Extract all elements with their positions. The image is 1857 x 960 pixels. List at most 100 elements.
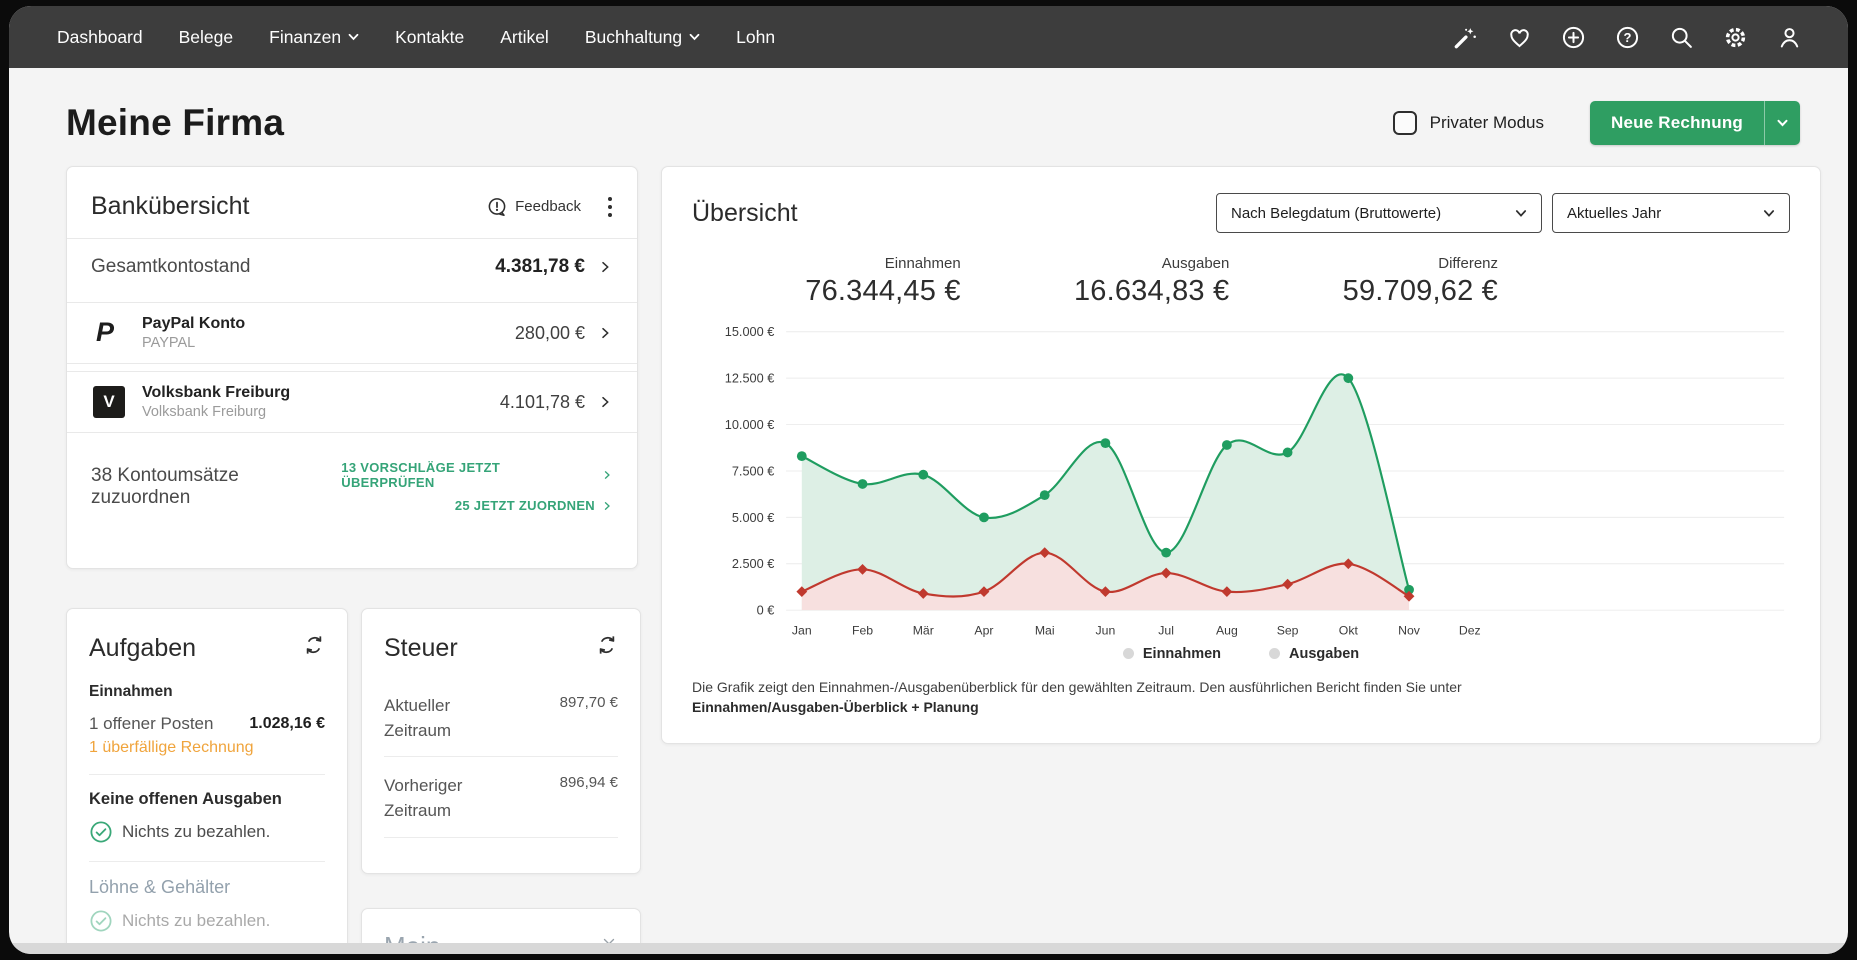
heart-icon[interactable] <box>1507 25 1532 50</box>
magic-wand-icon[interactable] <box>1453 25 1478 50</box>
chevron-down-icon <box>1763 209 1775 218</box>
stat-differenz: Differenz 59.709,62 € <box>1229 255 1498 308</box>
private-mode-label: Privater Modus <box>1430 113 1544 133</box>
bank-account-row-paypal[interactable]: PP PayPal Konto PAYPAL 280,00 € <box>67 302 637 364</box>
bank-account-row-volksbank[interactable]: V Volksbank Freiburg Volksbank Freiburg … <box>67 371 637 433</box>
new-invoice-button[interactable]: Neue Rechnung <box>1590 101 1800 145</box>
svg-text:Apr: Apr <box>974 624 993 638</box>
new-invoice-button-label[interactable]: Neue Rechnung <box>1590 101 1764 145</box>
overview-card: Übersicht Nach Belegdatum (Bruttowerte) … <box>661 166 1821 744</box>
refresh-icon[interactable] <box>596 634 618 661</box>
divider <box>89 774 325 775</box>
svg-text:15.000 €: 15.000 € <box>725 324 775 339</box>
paypal-logo: PP <box>91 315 127 351</box>
tax-previous-period-value: 896,94 € <box>560 774 618 791</box>
nav-item-finanzen[interactable]: Finanzen <box>269 27 359 48</box>
svg-text:?: ? <box>1624 29 1632 44</box>
tax-current-period-value: 897,70 € <box>560 694 618 711</box>
total-balance-value: 4.381,78 € <box>495 256 585 278</box>
account-subtitle: PAYPAL <box>142 335 245 351</box>
assign-transactions-label: 38 Kontoumsätze zuzuordnen <box>91 465 341 509</box>
kebab-menu-icon[interactable] <box>607 195 613 219</box>
svg-text:12.500 €: 12.500 € <box>725 371 775 386</box>
tax-card: Steuer Aktueller Zeitraum 897,70 € Vorhe… <box>361 608 641 874</box>
settings-icon[interactable] <box>1723 25 1748 50</box>
stat-ausgaben-value: 16.634,83 € <box>961 275 1230 308</box>
svg-text:Nov: Nov <box>1398 624 1421 638</box>
svg-text:Mai: Mai <box>1035 624 1055 638</box>
user-icon[interactable] <box>1777 25 1802 50</box>
nav-item-kontakte[interactable]: Kontakte <box>395 27 464 48</box>
header-controls: Privater Modus Neue Rechnung <box>1393 101 1800 145</box>
overdue-invoice-link[interactable]: 1 überfällige Rechnung <box>89 739 325 757</box>
nav-item-artikel[interactable]: Artikel <box>500 27 549 48</box>
overview-stats: Einnahmen 76.344,45 € Ausgaben 16.634,83… <box>692 255 1498 308</box>
check-circle-icon <box>89 909 113 933</box>
chevron-down-icon <box>348 33 359 41</box>
account-balance: 4.101,78 € <box>500 392 585 413</box>
svg-text:7.500 €: 7.500 € <box>732 463 775 478</box>
chart-footnote: Die Grafik zeigt den Einnahmen-/Ausgaben… <box>692 678 1790 698</box>
overview-title: Übersicht <box>692 199 798 228</box>
svg-text:Okt: Okt <box>1339 624 1359 638</box>
income-section-header: Einnahmen <box>89 683 325 701</box>
tax-current-period-row: Aktueller Zeitraum 897,70 € <box>384 677 618 757</box>
chevron-right-icon <box>597 259 613 275</box>
account-name: Volksbank Freiburg <box>142 384 290 402</box>
feedback-button[interactable]: Feedback <box>486 196 581 218</box>
feedback-icon <box>486 196 508 218</box>
value-basis-select[interactable]: Nach Belegdatum (Bruttowerte) <box>1216 193 1542 233</box>
svg-text:Jul: Jul <box>1158 624 1174 638</box>
legend-ausgaben[interactable]: Ausgaben <box>1269 646 1359 662</box>
svg-text:Jan: Jan <box>792 624 812 638</box>
account-subtitle: Volksbank Freiburg <box>142 404 290 420</box>
chevron-down-icon <box>1777 119 1788 127</box>
open-item-value: 1.028,16 € <box>249 715 325 733</box>
bank-overview-header: Bankübersicht Feedback <box>67 167 637 238</box>
legend-dot <box>1269 648 1280 659</box>
svg-text:0 €: 0 € <box>757 603 775 618</box>
new-invoice-dropdown-toggle[interactable] <box>1764 101 1800 145</box>
svg-text:Jun: Jun <box>1096 624 1116 638</box>
tasks-card: Aufgaben Einnahmen 1 offener Posten 1.02… <box>66 608 348 954</box>
svg-text:Dez: Dez <box>1459 624 1481 638</box>
nav-icon-group: ? <box>1453 25 1802 50</box>
chart-footnote-link[interactable]: Einnahmen/Ausgaben-Überblick + Planung <box>692 699 1790 715</box>
nav-item-dashboard[interactable]: Dashboard <box>57 27 143 48</box>
top-navigation: Dashboard Belege Finanzen Kontakte Artik… <box>9 6 1848 68</box>
period-select[interactable]: Aktuelles Jahr <box>1552 193 1790 233</box>
nav-menu: Dashboard Belege Finanzen Kontakte Artik… <box>57 27 775 48</box>
stat-einnahmen: Einnahmen 76.344,45 € <box>692 255 961 308</box>
bank-overview-title: Bankübersicht <box>91 192 249 221</box>
svg-text:5.000 €: 5.000 € <box>732 510 775 525</box>
volksbank-logo: V <box>91 384 127 420</box>
wages-status-row: Nichts zu bezahlen. <box>89 909 325 933</box>
review-suggestions-link[interactable]: 13 VORSCHLÄGE JETZT ÜBERPRÜFEN <box>341 460 613 490</box>
account-name: PayPal Konto <box>142 315 245 333</box>
check-circle-icon <box>89 820 113 844</box>
plus-circle-icon[interactable] <box>1561 25 1586 50</box>
private-mode-checkbox[interactable] <box>1393 111 1417 135</box>
total-balance-row[interactable]: Gesamtkontostand 4.381,78 € <box>67 238 637 295</box>
chevron-right-icon <box>601 469 613 481</box>
total-balance-label: Gesamtkontostand <box>91 256 250 278</box>
chevron-right-icon <box>601 500 613 512</box>
legend-einnahmen[interactable]: Einnahmen <box>1123 646 1221 662</box>
bank-overview-card: Bankübersicht Feedback Gesamtkontostand … <box>66 166 638 569</box>
assign-now-link[interactable]: 25 JETZT ZUORDNEN <box>455 498 613 513</box>
svg-text:Mär: Mär <box>913 624 934 638</box>
overview-chart: 15.000 €12.500 €10.000 €7.500 €5.000 €2.… <box>692 320 1790 644</box>
search-icon[interactable] <box>1669 25 1694 50</box>
assign-transactions-row: 38 Kontoumsätze zuzuordnen 13 VORSCHLÄGE… <box>67 440 637 530</box>
nav-item-belege[interactable]: Belege <box>179 27 234 48</box>
viewport-bottom-strip <box>9 943 1848 954</box>
wages-section-header: Löhne & Gehälter <box>89 877 325 898</box>
nav-item-buchhaltung[interactable]: Buchhaltung <box>585 27 700 48</box>
open-item-row[interactable]: 1 offener Posten 1.028,16 € <box>89 714 325 734</box>
nav-item-lohn[interactable]: Lohn <box>736 27 775 48</box>
page-header: Meine Firma Privater Modus Neue Rechnung <box>66 94 1800 152</box>
refresh-icon[interactable] <box>303 634 325 661</box>
app-window: Dashboard Belege Finanzen Kontakte Artik… <box>9 6 1848 954</box>
help-icon[interactable]: ? <box>1615 25 1640 50</box>
expenses-section-header: Keine offenen Ausgaben <box>89 790 325 809</box>
